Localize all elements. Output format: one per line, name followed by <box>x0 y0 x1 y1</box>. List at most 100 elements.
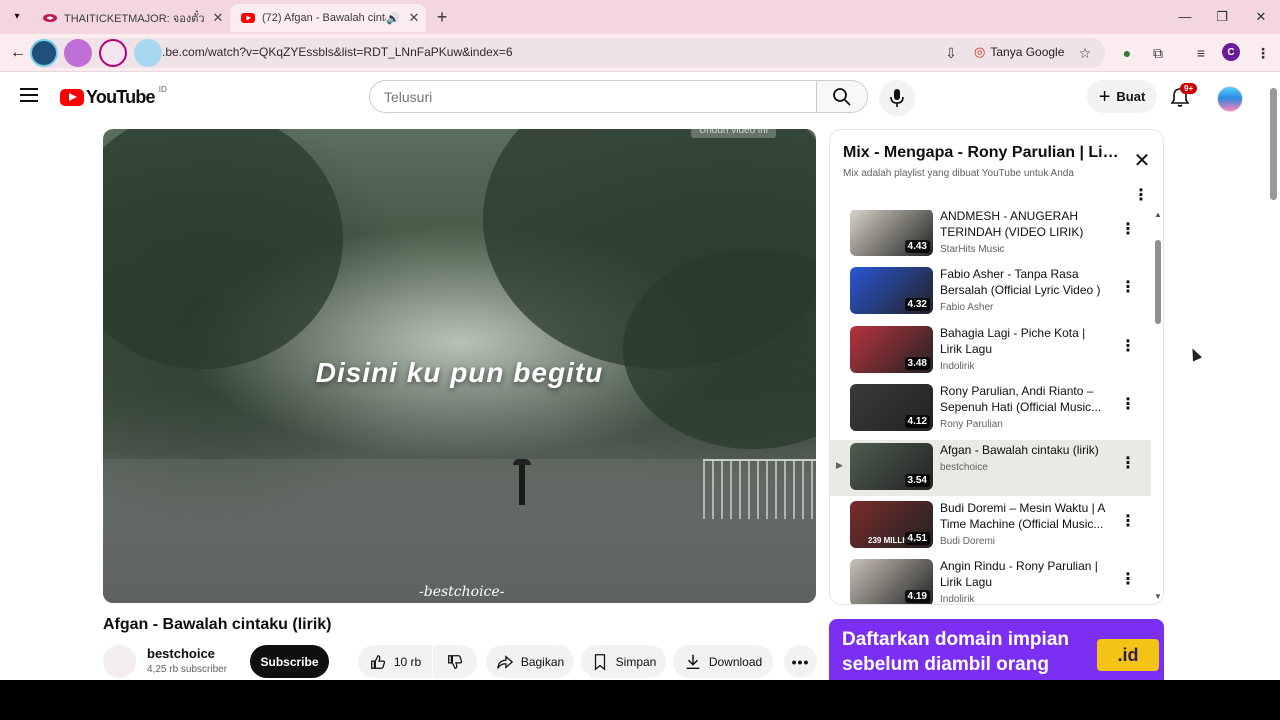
playlist-thumbnail[interactable]: 4.19 <box>850 559 933 604</box>
extension-avatar-2[interactable] <box>64 39 92 67</box>
playlist-item-title[interactable]: Fabio Asher - Tanpa Rasa Bersalah (Offic… <box>940 266 1110 298</box>
playlist-item[interactable]: 4.12 Rony Parulian, Andi Rianto – Sepenuh… <box>830 381 1151 437</box>
close-window-button[interactable]: ✕ <box>1246 6 1276 28</box>
youtube-wordmark: YouTube <box>86 87 156 107</box>
playlist-thumbnail[interactable]: 3.48 <box>850 325 933 373</box>
item-menu-icon[interactable]: ⋮ <box>1120 454 1136 474</box>
video-player[interactable]: Unduh video ini Disini ku pun begitu -be… <box>103 129 816 603</box>
playlist-scrollbar[interactable]: ▲ ▼ <box>1152 210 1163 604</box>
save-label: Simpan <box>615 654 657 669</box>
hamburger-menu-icon[interactable] <box>20 88 38 102</box>
playlist-item-title[interactable]: ANDMESH - ANUGERAH TERINDAH (VIDEO LIRIK… <box>940 210 1110 242</box>
share-button[interactable]: Bagikan <box>486 645 574 678</box>
item-menu-icon[interactable]: ⋮ <box>1120 220 1136 240</box>
playlist-item-channel: bestchoice <box>940 461 988 473</box>
download-video-hint[interactable]: Unduh video ini <box>691 129 776 138</box>
playlist-thumbnail[interactable]: 3.54 <box>850 442 933 490</box>
new-tab-button[interactable]: + <box>432 7 452 27</box>
page-scrollbar[interactable] <box>1268 72 1280 680</box>
playlist-item[interactable]: 3.48 Bahagia Lagi - Piche Kota | Lirik La… <box>830 323 1151 379</box>
duration-badge: 4.19 <box>904 590 930 604</box>
url-text[interactable]: .be.com/watch?v=QKqZYEssbls&list=RDT_LNn… <box>162 45 513 59</box>
search-button[interactable] <box>816 80 868 113</box>
playlist-item[interactable]: 4.32 Fabio Asher - Tanpa Rasa Bersalah (O… <box>830 264 1151 320</box>
playlist-menu-icon[interactable]: ⋮ <box>1133 188 1149 204</box>
playlist-item-title[interactable]: Afgan - Bawalah cintaku (lirik) <box>940 442 1110 458</box>
playlist-thumbnail[interactable]: 4.43 <box>850 210 933 256</box>
more-actions-button[interactable]: ••• <box>784 645 817 678</box>
save-button[interactable]: Simpan <box>581 645 666 678</box>
extension-globe-icon[interactable]: ● <box>1116 42 1138 64</box>
item-menu-icon[interactable]: ⋮ <box>1120 512 1136 532</box>
share-icon <box>496 654 513 669</box>
back-arrow-icon[interactable]: ← <box>8 43 28 63</box>
tab-title: (72) Afgan - Bawalah cintaku <box>262 12 386 24</box>
extension-avatar-1[interactable] <box>30 39 58 67</box>
playlist-item-channel: Budi Doremi <box>940 536 996 547</box>
item-menu-icon[interactable]: ⋮ <box>1120 395 1136 415</box>
profile-avatar[interactable]: C <box>1222 43 1240 61</box>
create-button[interactable]: + Buat <box>1087 80 1157 113</box>
playlist-thumbnail[interactable]: 4.12 <box>850 384 933 432</box>
tab-thaiticketmajor[interactable]: THAITICKETMAJOR: จองตั๋ว ขายบั ✕ <box>32 4 228 32</box>
playlist-item-title[interactable]: Rony Parulian, Andi Rianto – Sepenuh Hat… <box>940 383 1110 415</box>
item-menu-icon[interactable]: ⋮ <box>1120 570 1136 590</box>
ad-line-2: sebelum diambil orang <box>842 654 1049 675</box>
ad-line-1: Daftarkan domain impian <box>842 629 1069 650</box>
like-button[interactable]: 10 rb <box>358 645 432 678</box>
extension-avatar-4[interactable] <box>134 39 162 67</box>
close-playlist-icon[interactable]: ✕ <box>1131 150 1153 172</box>
install-app-icon[interactable]: ⇩ <box>940 42 962 64</box>
playlist-item[interactable]: ▶ 3.54 Afgan - Bawalah cintaku (lirik) best… <box>830 439 1151 496</box>
youtube-play-icon <box>60 89 84 106</box>
playlist-item[interactable]: 239 MILLION 4.51 Budi Doremi – Mesin Waktu… <box>830 498 1151 554</box>
playlist-thumbnail[interactable]: 239 MILLION 4.51 <box>850 501 933 548</box>
search-input[interactable] <box>384 81 816 112</box>
item-menu-icon[interactable]: ⋮ <box>1120 278 1136 298</box>
google-lens-icon: ◎ <box>974 44 986 59</box>
close-tab-icon[interactable]: ✕ <box>404 10 424 26</box>
duration-badge: 3.54 <box>904 473 930 487</box>
close-tab-icon[interactable]: ✕ <box>208 10 228 26</box>
scroll-down-icon[interactable]: ▼ <box>1154 592 1162 601</box>
page-scrollbar-thumb[interactable] <box>1270 88 1277 200</box>
tanya-google-button[interactable]: ◎ Tanya Google <box>974 44 1064 60</box>
browser-menu-icon[interactable]: ⋮ <box>1252 42 1274 64</box>
tab-youtube-active[interactable]: (72) Afgan - Bawalah cintaku 🔊 ✕ <box>230 4 426 32</box>
playlist-item[interactable]: 4.43 ANDMESH - ANUGERAH TERINDAH (VIDEO L… <box>830 210 1151 262</box>
playlist-item-title[interactable]: Budi Doremi – Mesin Waktu | A Time Machi… <box>940 500 1110 532</box>
youtube-page: YouTube ID + Buat 9+ Unduh video ini <box>0 72 1280 680</box>
minimize-button[interactable]: — <box>1170 6 1200 28</box>
youtube-logo[interactable]: YouTube ID <box>60 85 167 108</box>
tab-search-dropdown[interactable]: ▾ <box>8 8 26 26</box>
thaiticketmajor-favicon <box>42 10 58 26</box>
playlist-item-title[interactable]: Angin Rindu - Rony Parulian | Lirik Lagu <box>940 558 1110 590</box>
video-title: Afgan - Bawalah cintaku (lirik) <box>103 616 332 633</box>
subscribe-button[interactable]: Subscribe <box>250 645 329 678</box>
bookmark-icon <box>594 653 605 671</box>
extension-avatar-3[interactable] <box>99 39 127 67</box>
subscriber-count: 4,25 rb subscriber <box>147 664 228 675</box>
speaker-icon[interactable]: 🔊 <box>386 12 404 25</box>
channel-name[interactable]: bestchoice <box>147 646 215 661</box>
media-control-icon[interactable]: ≡ <box>1190 42 1212 64</box>
item-menu-icon[interactable]: ⋮ <box>1120 337 1136 357</box>
account-avatar[interactable] <box>1217 86 1243 112</box>
playlist-title[interactable]: Mix - Mengapa - Rony Parulian | Lirik La… <box>843 144 1121 162</box>
notifications-button[interactable]: 9+ <box>1169 83 1198 110</box>
playlist-item-title[interactable]: Bahagia Lagi - Piche Kota | Lirik Lagu <box>940 325 1110 357</box>
youtube-favicon <box>240 10 256 26</box>
bookmark-star-icon[interactable]: ☆ <box>1074 42 1096 64</box>
scrollbar-thumb[interactable] <box>1155 240 1161 324</box>
download-button[interactable]: Download <box>673 645 773 678</box>
maximize-button[interactable]: ❐ <box>1207 6 1237 28</box>
scroll-up-icon[interactable]: ▲ <box>1154 210 1162 219</box>
extensions-puzzle-icon[interactable]: ⧉ <box>1147 42 1169 64</box>
country-code: ID <box>158 85 167 94</box>
playlist-item[interactable]: 4.19 Angin Rindu - Rony Parulian | Lirik … <box>830 556 1151 604</box>
playlist-thumbnail[interactable]: 4.32 <box>850 267 933 315</box>
channel-avatar[interactable] <box>103 645 136 678</box>
voice-search-button[interactable] <box>879 80 915 116</box>
ad-banner[interactable]: Daftarkan domain impian sebelum diambil … <box>829 619 1164 680</box>
dislike-button[interactable] <box>433 645 477 678</box>
